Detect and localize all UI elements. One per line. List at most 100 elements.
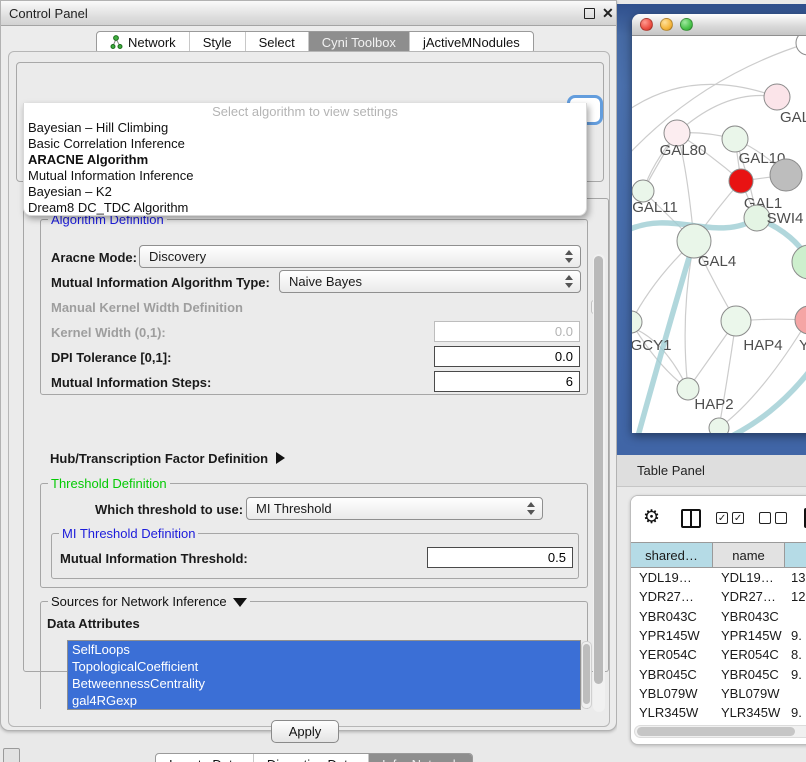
network-desktop: GALGAL80GAL10GAL1GAL11SWI4GAL4GCY1HAP4YH… (617, 4, 806, 455)
algorithm-option[interactable]: Bayesian – Hill Climbing (27, 120, 583, 136)
column-header[interactable]: name (713, 543, 785, 567)
hub-definition-toggle[interactable]: Hub/Transcription Factor Definition (50, 451, 285, 466)
which-threshold-value: MI Threshold (247, 501, 520, 516)
network-node-gcy1[interactable] (632, 311, 642, 333)
mi-algorithm-type-value: Naive Bayes (280, 274, 558, 289)
deselect-all-columns-icon[interactable] (759, 512, 787, 524)
table-row[interactable]: YBL079WYBL079W (631, 684, 806, 703)
network-edge[interactable] (632, 84, 777, 111)
network-view-window[interactable]: GALGAL80GAL10GAL1GAL11SWI4GAL4GCY1HAP4YH… (632, 14, 806, 433)
network-canvas[interactable]: GALGAL80GAL10GAL1GAL11SWI4GAL4GCY1HAP4YH… (632, 36, 806, 433)
table-row[interactable]: YDR27…YDR27…12 (631, 587, 806, 606)
gear-icon[interactable]: ⚙ (643, 508, 660, 528)
control-panel-titlebar[interactable]: Control Panel ✕ (1, 1, 616, 26)
table-header-row: shared…name (631, 542, 806, 568)
network-icon (110, 35, 123, 50)
collapse-down-icon (233, 598, 247, 607)
network-node-hap4[interactable] (721, 306, 751, 336)
table-row[interactable]: YBR045CYBR045C9. (631, 664, 806, 683)
node-label: GAL11 (632, 199, 678, 216)
network-node-y[interactable] (795, 306, 806, 334)
algorithm-option[interactable]: Dream8 DC_TDC Algorithm (27, 200, 583, 216)
attributes-scrollbar[interactable] (581, 641, 592, 709)
network-node[interactable] (796, 36, 806, 55)
node-label: SWI4 (767, 210, 804, 227)
threshold-definition-title: Threshold Definition (48, 476, 170, 491)
which-threshold-select[interactable]: MI Threshold (246, 497, 543, 520)
tab-style[interactable]: Style (190, 32, 246, 53)
network-node[interactable] (770, 159, 802, 191)
table-cell: YDR27… (713, 589, 785, 604)
mac-close-icon[interactable] (640, 18, 653, 31)
expand-right-icon (276, 452, 285, 464)
dpi-tolerance-label: DPI Tolerance [0,1]: (51, 350, 171, 365)
data-attribute-item[interactable]: TopologicalCoefficient (68, 658, 580, 675)
tab-network[interactable]: Network (97, 32, 190, 53)
mi-algorithm-type-select[interactable]: Naive Bayes (279, 270, 581, 293)
bottom-tab-discretize-data[interactable]: Discretize Data (254, 754, 369, 762)
kernel-width-label: Kernel Width (0,1): (51, 325, 166, 340)
mac-minimize-icon[interactable] (660, 18, 673, 31)
table-cell: YBR045C (713, 667, 785, 682)
aracne-mode-select[interactable]: Discovery (139, 245, 581, 268)
data-attribute-item[interactable]: gal4RGexp (68, 692, 580, 709)
table-cell: YBR043C (631, 609, 713, 624)
algorithm-option[interactable]: ARACNE Algorithm (27, 152, 583, 168)
tab-label: Network (128, 35, 176, 50)
data-attribute-item[interactable]: SelfLoops (68, 641, 580, 658)
data-attribute-item[interactable]: BetweennessCentrality (68, 675, 580, 692)
node-label: HAP2 (694, 396, 733, 413)
column-header[interactable] (785, 543, 806, 567)
network-node[interactable] (792, 245, 806, 279)
table-rows: YDL19…YDL19…13YDR27…YDR27…12YBR043CYBR04… (631, 568, 806, 742)
mi-threshold-field[interactable]: 0.5 (427, 547, 573, 568)
settings-vertical-scrollbar[interactable] (593, 254, 605, 712)
table-cell: 9. (785, 628, 806, 643)
tab-jactivemnodules[interactable]: jActiveMNodules (410, 32, 533, 53)
algorithm-option[interactable]: Basic Correlation Inference (27, 136, 583, 152)
bottom-tab-impute-data[interactable]: Impute Data (156, 754, 254, 762)
control-panel-body: Select algorithm to view settings Bayesi… (8, 51, 610, 727)
mi-steps-field[interactable]: 6 (434, 371, 580, 392)
minimized-window-icon[interactable] (3, 748, 20, 762)
table-panel-area: ⚙ ✓ ✓ shared…name YDL19…YDL19…13YDR27…YD… (617, 487, 806, 762)
tab-select[interactable]: Select (246, 32, 309, 53)
column-header[interactable]: shared… (631, 543, 713, 567)
table-row[interactable]: YER054CYER054C8. (631, 645, 806, 664)
table-cell: 12 (785, 589, 806, 604)
data-attributes-list[interactable]: SelfLoopsTopologicalCoefficientBetweenne… (67, 640, 581, 710)
network-edge[interactable] (728, 368, 806, 433)
table-row[interactable]: YBR043CYBR043C (631, 607, 806, 626)
table-row[interactable]: YLR345WYLR345W9. (631, 703, 806, 722)
bottom-tab-infer-network[interactable]: Infer Network (369, 754, 472, 762)
table-cell: 9. (785, 667, 806, 682)
network-node-gal[interactable] (764, 84, 790, 110)
table-cell: 9. (785, 705, 806, 720)
close-panel-icon[interactable]: ✕ (602, 6, 614, 20)
network-node[interactable] (709, 418, 729, 433)
kernel-width-field[interactable]: 0.0 (434, 321, 580, 342)
tab-label: jActiveMNodules (423, 35, 520, 50)
control-panel-window: Control Panel ✕ Network StyleSelectCyni T… (0, 0, 617, 731)
network-node-gal1[interactable] (729, 169, 753, 193)
algorithm-option[interactable]: Mutual Information Inference (27, 168, 583, 184)
dpi-tolerance-field[interactable]: 0.0 (434, 346, 580, 367)
float-window-icon[interactable] (584, 8, 595, 19)
split-columns-icon[interactable] (681, 509, 701, 528)
network-edge[interactable] (677, 96, 777, 134)
select-all-columns-icon[interactable]: ✓ ✓ (716, 512, 744, 524)
mac-zoom-icon[interactable] (680, 18, 693, 31)
threshold-definition-group: Threshold Definition Which threshold to … (40, 483, 588, 588)
table-row[interactable]: YDL19…YDL19…13 (631, 568, 806, 587)
sources-title[interactable]: Sources for Network Inference (48, 594, 250, 609)
network-window-titlebar[interactable] (632, 14, 806, 36)
algorithm-option[interactable]: Bayesian – K2 (27, 184, 583, 200)
algorithm-dropdown-placeholder: Select algorithm to view settings (24, 104, 586, 119)
cyni-bottom-tabs: Impute DataDiscretize DataInfer Network (155, 753, 473, 762)
tab-cyni-toolbox[interactable]: Cyni Toolbox (309, 32, 410, 53)
table-horizontal-scrollbar[interactable] (634, 725, 806, 738)
table-row[interactable]: YPR145WYPR145W9. (631, 626, 806, 645)
network-node-gal10[interactable] (722, 126, 748, 152)
apply-button[interactable]: Apply (271, 720, 339, 743)
table-cell: 13 (785, 570, 806, 585)
